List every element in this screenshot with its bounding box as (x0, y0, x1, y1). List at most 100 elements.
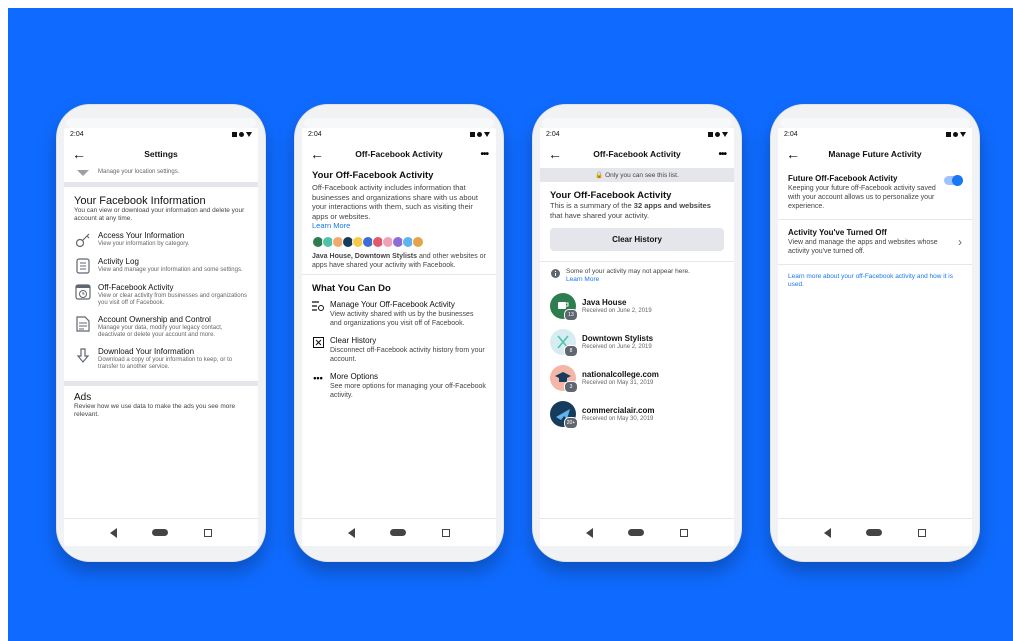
battery-icon (232, 131, 237, 137)
item-sub: Download a copy of your information to k… (98, 357, 233, 370)
summary-b: 32 apps and websites (633, 201, 711, 210)
nav-recent-icon[interactable] (918, 528, 927, 537)
action-title: More Options (330, 372, 379, 381)
nav-back-icon[interactable] (347, 527, 355, 538)
phone-off-facebook-info: 2:04 ← Off-Facebook Activity ••• Your Of… (294, 104, 504, 562)
nav-recent-icon[interactable] (204, 528, 213, 537)
activity-list-content: 🔒 Only you can see this list. Your Off-F… (540, 168, 734, 518)
action-sub: Disconnect off-Facebook activity history… (330, 347, 485, 363)
settings-item-activity-log[interactable]: Activity Log View and manage your informa… (64, 253, 258, 279)
shared-apps-bold: Java House, Downtown Stylists (312, 253, 418, 260)
note-text: Some of your activity may not appear her… (566, 268, 690, 275)
description: Off-Facebook activity includes informati… (312, 183, 478, 221)
page-title: Manage Future Activity (828, 149, 922, 159)
avatar (412, 236, 424, 248)
ellipsis-icon: ••• (313, 373, 323, 383)
nav-home-icon[interactable] (390, 529, 407, 536)
action-sub: View activity shared with us by the busi… (330, 311, 474, 327)
screen-off-facebook-info: 2:04 ← Off-Facebook Activity ••• Your Of… (302, 128, 496, 546)
signal-icon (953, 131, 958, 137)
screen-settings: 2:04 ← Settings Manage your location set… (64, 128, 258, 546)
item-name: nationalcollege.com (582, 369, 659, 379)
heading: Your Off-Facebook Activity (312, 170, 434, 181)
privacy-banner: 🔒 Only you can see this list. (540, 168, 734, 182)
list-item[interactable]: 3 nationalcollege.com Received on May 31,… (540, 360, 734, 396)
back-arrow-icon[interactable]: ← (786, 147, 802, 161)
heading: Your Off-Facebook Activity (550, 190, 672, 201)
status-bar: 2:04 (64, 128, 258, 140)
off-facebook-content: Your Off-Facebook Activity Off-Facebook … (302, 168, 496, 518)
settings-item-off-facebook[interactable]: Off-Facebook Activity View or clear activ… (64, 279, 258, 311)
wifi-icon (960, 131, 966, 137)
item-sub: View your information by category. (98, 241, 190, 247)
learn-more-link[interactable]: Learn more about your off-Facebook activ… (778, 265, 972, 297)
info-icon (550, 268, 560, 278)
more-options-icon[interactable]: ••• (710, 149, 727, 160)
action-more-options[interactable]: ••• More Options See more options for man… (302, 368, 496, 404)
summary-a: This is a summary of the (550, 201, 634, 210)
list-item[interactable]: 20+ commercialair.com Received on May 30,… (540, 396, 734, 432)
list-item[interactable]: 13 Java House Received on June 2, 2019 (540, 288, 734, 324)
action-sub: See more options for managing your off-F… (330, 383, 486, 399)
nav-home-icon[interactable] (152, 529, 169, 536)
commercialair-logo: 20+ (550, 401, 578, 429)
item-title: Download Your Information (98, 347, 195, 356)
status-bar: 2:04 (540, 128, 734, 140)
nav-back-icon[interactable] (585, 527, 593, 538)
action-title: Clear History (330, 336, 377, 345)
key-icon (74, 231, 92, 249)
page-title: Off-Facebook Activity (355, 149, 443, 159)
wifi-icon (722, 131, 728, 137)
more-options-icon[interactable]: ••• (472, 149, 489, 160)
item-name: Java House (582, 297, 627, 307)
battery-icon (708, 131, 713, 137)
count-badge: 3 (564, 381, 578, 393)
back-arrow-icon[interactable]: ← (72, 147, 88, 161)
what-you-can-do-title: What You Can Do (312, 283, 391, 294)
learn-more-link[interactable]: Learn More (566, 276, 599, 283)
nav-home-icon[interactable] (628, 529, 645, 536)
settings-item-access[interactable]: Access Your Information View your informa… (64, 227, 258, 253)
action-manage[interactable]: Manage Your Off-Facebook Activity View ac… (302, 296, 496, 332)
item-name: Downtown Stylists (582, 333, 654, 343)
back-arrow-icon[interactable]: ← (548, 147, 564, 161)
future-activity-toggle[interactable] (944, 175, 963, 186)
nav-recent-icon[interactable] (442, 528, 451, 537)
turned-off-row[interactable]: Activity You've Turned Off View and mana… (778, 220, 972, 265)
nationalcollege-logo: 3 (550, 365, 578, 393)
nav-back-icon[interactable] (109, 527, 117, 538)
location-icon (74, 168, 92, 178)
nav-recent-icon[interactable] (680, 528, 689, 537)
turned-off-title: Activity You've Turned Off (788, 228, 887, 237)
wifi-icon (484, 131, 490, 137)
manage-settings-icon (312, 300, 324, 312)
action-title: Manage Your Off-Facebook Activity (330, 300, 455, 309)
nav-home-icon[interactable] (866, 529, 883, 536)
nav-back-icon[interactable] (823, 527, 831, 538)
item-title: Account Ownership and Control (98, 315, 211, 324)
count-badge: 20+ (564, 417, 578, 429)
count-badge: 8 (564, 345, 578, 357)
settings-item-account-ownership[interactable]: Account Ownership and Control Manage your… (64, 311, 258, 343)
status-time: 2:04 (308, 130, 322, 138)
status-time: 2:04 (546, 130, 560, 138)
item-title: Off-Facebook Activity (98, 283, 174, 292)
future-title: Future Off-Facebook Activity (788, 174, 898, 183)
back-arrow-icon[interactable]: ← (310, 147, 326, 161)
count-badge: 13 (564, 309, 578, 321)
signal-icon (715, 131, 720, 137)
page-title: Off-Facebook Activity (593, 149, 681, 159)
list-item[interactable]: 8 Downtown Stylists Received on June 2, 2… (540, 324, 734, 360)
header: ← Settings (64, 140, 258, 168)
learn-more-link[interactable]: Learn More (312, 221, 486, 230)
settings-item-download[interactable]: Download Your Information Download a copy… (64, 343, 258, 375)
lock-icon: 🔒 (595, 172, 604, 179)
item-sub: View or clear activity from businesses a… (98, 293, 247, 306)
phone-manage-future: 2:04 ← Manage Future Activity Future Off… (770, 104, 980, 562)
clear-history-button[interactable]: Clear History (550, 228, 724, 251)
action-clear-history[interactable]: Clear History Disconnect off-Facebook act… (302, 332, 496, 368)
document-icon (74, 315, 92, 333)
wifi-icon (246, 131, 252, 137)
android-nav-bar (778, 518, 972, 546)
item-name: commercialair.com (582, 405, 655, 415)
